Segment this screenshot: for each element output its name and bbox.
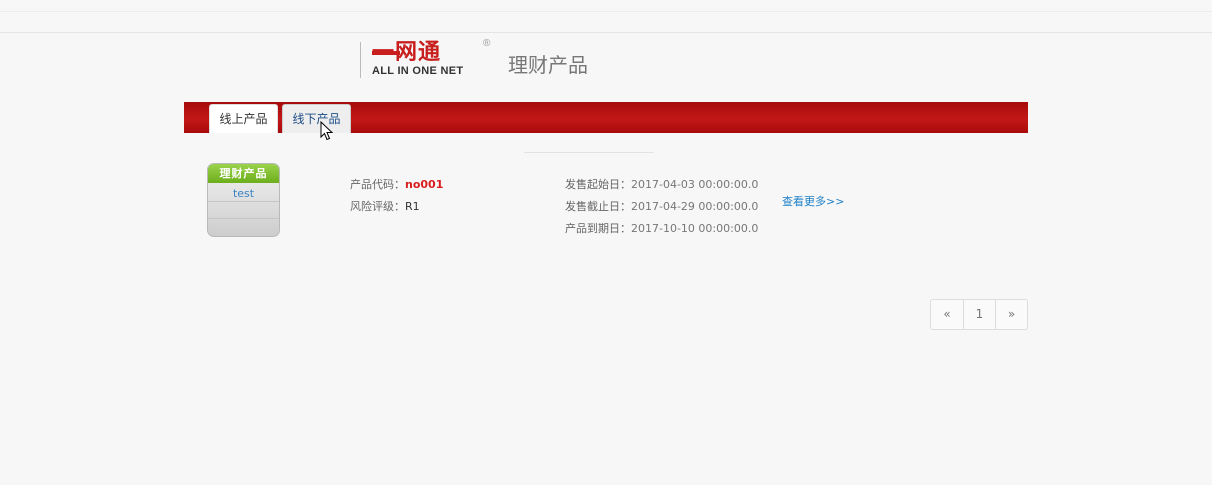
registered-mark: ® [483,38,491,49]
site-logo[interactable]: 一网通 ALL IN ONE NET ® [360,38,500,78]
top-divider [0,11,1212,12]
sale-end-label: 发售截止日： [565,200,631,213]
logo-separator [360,42,361,78]
risk-rating-value: R1 [405,200,420,213]
mouse-cursor-icon [320,121,334,141]
tab-online-products[interactable]: 线上产品 [209,104,278,133]
pagination-prev-button[interactable]: « [931,300,964,329]
logo-brand-cn: 一网通 [372,39,442,65]
logo-brand-en: ALL IN ONE NET [372,65,464,77]
sale-end-date: 发售截止日：2017-04-29 00:00:00.0 [565,198,758,214]
badge-stripe [208,201,279,202]
view-more-link[interactable]: 查看更多>> [782,193,844,209]
sale-end-value: 2017-04-29 00:00:00.0 [631,200,759,213]
pagination: « 1 » [930,299,1028,330]
maturity-label: 产品到期日： [565,222,631,235]
maturity-value: 2017-10-10 00:00:00.0 [631,222,759,235]
risk-rating-label: 风险评级： [350,200,405,213]
product-code-label: 产品代码： [350,178,405,191]
sale-start-label: 发售起始日： [565,178,631,191]
product-badge[interactable]: 理财产品 test [207,163,280,237]
sale-start-date: 发售起始日：2017-04-03 00:00:00.0 [565,176,758,192]
product-code-value: no001 [405,178,444,191]
content-divider [524,152,654,153]
badge-title: 理财产品 [208,164,279,183]
risk-rating: 风险评级：R1 [350,198,420,214]
browser-top-strip [0,0,1212,33]
sale-start-value: 2017-04-03 00:00:00.0 [631,178,759,191]
pagination-page-1[interactable]: 1 [964,300,996,329]
product-code: 产品代码：no001 [350,176,443,192]
maturity-date: 产品到期日：2017-10-10 00:00:00.0 [565,220,758,236]
page-title: 理财产品 [508,53,588,77]
tab-offline-products[interactable]: 线下产品 [282,104,351,133]
badge-stripe [208,218,279,219]
product-name[interactable]: test [208,187,279,200]
pagination-next-button[interactable]: » [996,300,1027,329]
